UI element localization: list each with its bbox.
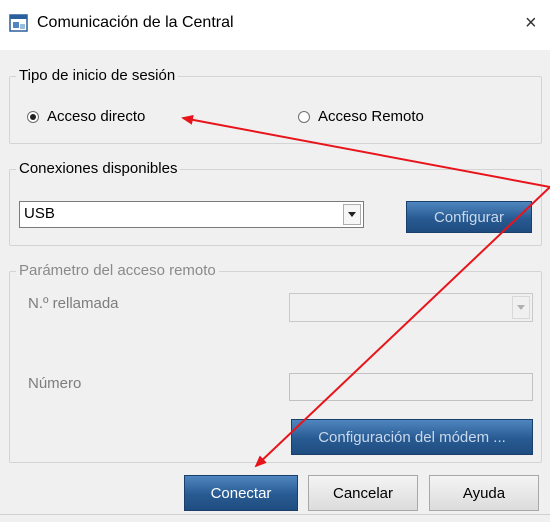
radio-acceso-directo-label: Acceso directo [47,108,146,125]
bottom-divider [0,514,550,515]
configure-button[interactable]: Configurar [406,201,532,233]
radio-unchecked-icon[interactable] [298,110,310,123]
connection-select[interactable]: USB [19,201,364,228]
help-button-label: Ayuda [462,484,506,502]
session-type-group: Tipo de inicio de sesión Acceso directo … [9,67,542,144]
session-type-legend: Tipo de inicio de sesión [16,67,179,85]
chevron-down-icon[interactable] [512,296,530,319]
remote-params-legend: Parámetro del acceso remoto [16,262,219,280]
title-bar: Comunicación de la Central × [0,0,550,50]
radio-acceso-remoto-label: Acceso Remoto [318,108,424,125]
close-icon[interactable]: × [525,12,537,35]
chevron-down-icon[interactable] [343,204,361,225]
cancel-button-label: Cancelar [332,484,394,502]
redial-select[interactable] [289,293,533,322]
app-window-icon [9,14,28,32]
modem-config-button[interactable]: Configuración del módem ... [291,419,533,455]
modem-config-button-label: Configuración del módem ... [318,428,506,446]
configure-button-label: Configurar [433,208,505,226]
connection-select-value: USB [24,205,55,222]
number-input[interactable] [289,373,533,401]
window-title: Comunicación de la Central [37,14,234,31]
connect-button[interactable]: Conectar [184,475,298,511]
number-label: Número [28,375,82,392]
redial-label: N.º rellamada [28,295,119,312]
radio-acceso-directo[interactable]: Acceso directo [27,108,145,125]
radio-checked-icon[interactable] [27,110,39,123]
connections-legend: Conexiones disponibles [16,160,181,178]
radio-acceso-remoto[interactable]: Acceso Remoto [298,108,424,125]
help-button[interactable]: Ayuda [429,475,539,511]
cancel-button[interactable]: Cancelar [308,475,418,511]
connect-button-label: Conectar [210,484,272,502]
